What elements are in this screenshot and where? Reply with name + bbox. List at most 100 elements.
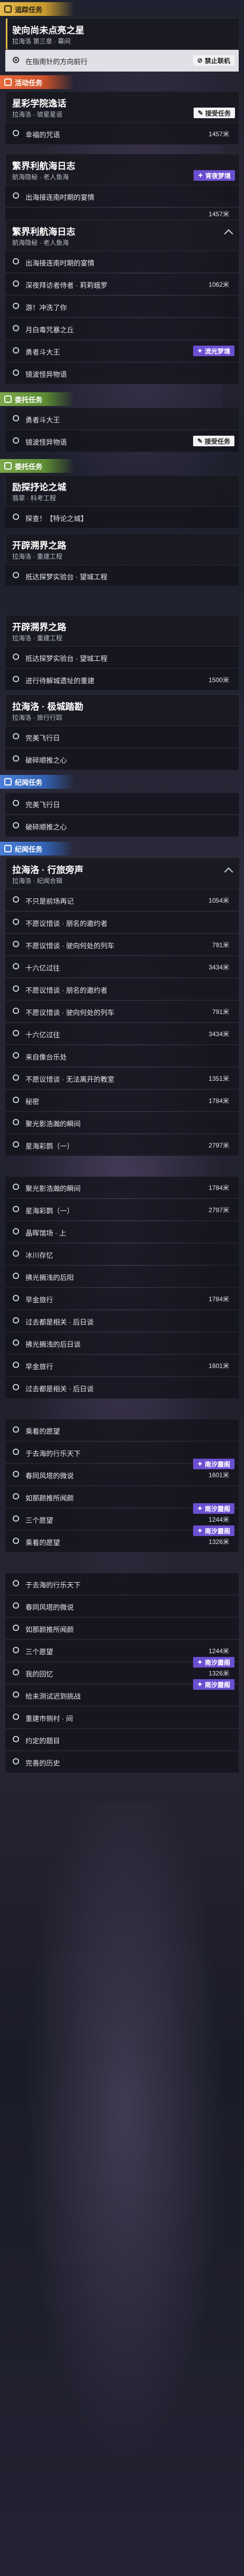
quest-card[interactable]: 开辟溯界之路 拉海洛 · 重建工程 (5, 615, 240, 647)
step-distance: 2797米 (208, 1142, 229, 1149)
badge-label: 南汐蜃阁 (204, 1681, 230, 1689)
step-radio-icon (13, 258, 19, 264)
step-distance: 1351米 (208, 1075, 229, 1082)
quest-step[interactable]: 破碎顺推之心 (5, 748, 239, 770)
quest-step[interactable]: 拂光搁浅的后阳 (5, 1266, 239, 1287)
quest-step[interactable]: 破碎顺推之心 (5, 815, 239, 837)
quest-step[interactable]: 不愿议惜谈 · 朋名的邀约者 (5, 978, 239, 1000)
step-radio-icon (13, 57, 19, 63)
quest-step[interactable]: 深夜拜访者侍者 · 莉莉蛾罗 1062米 (5, 274, 239, 295)
step-radio-icon (13, 896, 19, 903)
chevron-up-icon[interactable] (224, 229, 233, 239)
quest-step[interactable]: 在指南针的方向前行 ⊘ 禁止联机 (5, 50, 239, 72)
quest-step[interactable]: 春同风塔的微说 (5, 1595, 239, 1617)
step-distance: 1326米 (208, 1538, 229, 1546)
quest-step[interactable]: 游！冲洗了你 (5, 296, 239, 317)
quest-step[interactable]: 不愿议惜谈 · 朋名的邀约者 (5, 912, 239, 933)
quest-step[interactable]: 完善的历史 (5, 1751, 239, 1773)
activity-icon (4, 78, 12, 86)
dream-icon: ✦ (197, 172, 203, 179)
quest-step[interactable]: 不愿议惜谈 · 无法离开的教室 1351米 (5, 1068, 239, 1089)
quest-step[interactable]: 月白毒咒暴之丘 (5, 318, 239, 340)
scroll-icon: ✎ (197, 109, 203, 117)
quest-step[interactable]: 于去海的行乐天下 (5, 1573, 239, 1595)
quest-step[interactable]: 十六亿过往 3434米 (5, 1023, 239, 1045)
quest-card[interactable]: 拉海洛 · 行旅旁声 拉海洛 · 纪闻合辑 (5, 858, 240, 889)
quest-step[interactable]: 勇者斗大王 (5, 408, 239, 430)
quest-step[interactable]: 早金旅行 1601米 (5, 1355, 239, 1377)
step-label: 不愿议惜谈 · 朋名的邀约者 (25, 920, 108, 928)
quest-step[interactable]: 过去都是相关 · 后日谈 (5, 1310, 239, 1332)
daily-icon (4, 395, 12, 403)
quest-step[interactable]: 乘着的愿望 (5, 1419, 239, 1441)
quest-card[interactable]: 繁界利航海日志 航海隐秘 · 老人鱼海 ✦ 宵夜梦境 (5, 154, 240, 186)
quest-subtitle: 拉海洛 第三章 · 幕间 (12, 38, 71, 45)
quest-step[interactable]: 不只是前场再记 1054米 (5, 889, 239, 911)
section-header-activity: 活动任务 (0, 75, 244, 89)
dream-icon: ✦ (197, 1505, 203, 1512)
quest-step[interactable]: 勇者斗大王 ✦ 流光梦境 (5, 340, 239, 362)
step-radio-icon (13, 1052, 19, 1058)
quest-step[interactable]: 不愿议惜谈 · 驶向何处的列车 791米 (5, 934, 239, 956)
step-label: 完善的历史 (25, 1759, 60, 1767)
dream-icon: ✦ (197, 1527, 203, 1534)
quest-step[interactable]: 给未测试迟到挑战 ✦ 南汐蜃阁 (5, 1679, 239, 1706)
quest-step[interactable]: 不愿议惜谈 · 驶向何处的列车 791米 (5, 1001, 239, 1022)
quest-step[interactable]: 来自像台乐处 (5, 1045, 239, 1067)
quest-step[interactable]: 春同风塔的微说 1601米 ✦ 南汐蜃阁 (5, 1459, 239, 1486)
chevron-up-icon[interactable] (224, 867, 233, 877)
quest-card[interactable]: 星彩学院逸话 拉海洛 · 琥星星谣 ✎ 接受任务 (5, 91, 240, 123)
step-label: 早金旅行 (25, 1296, 54, 1304)
quest-step[interactable]: 过去都是相关 · 后日谈 (5, 1377, 239, 1399)
quest-step[interactable]: 约定的题目 (5, 1729, 239, 1751)
quest-step[interactable]: 星海彩鹊（一） 2797米 (5, 1134, 239, 1156)
step-distance: 1784米 (208, 1295, 229, 1303)
quest-step[interactable]: 完美飞行日 (5, 793, 239, 815)
quest-step[interactable]: 拂光搁浅的后日谈 (5, 1333, 239, 1354)
step-radio-icon (13, 1714, 19, 1720)
quest-card[interactable]: 繁界利航海日志 航海隐秘 · 老人鱼海 (5, 219, 240, 251)
quest-card[interactable]: 驶向尚未点亮之星 拉海洛 第三章 · 幕间 (5, 18, 240, 50)
quest-step[interactable]: 十六亿过往 3434米 (5, 956, 239, 978)
step-label: 不愿议惜谈 · 驶向何处的列车 (25, 942, 115, 950)
quest-step[interactable]: 秘密 1784米 (5, 1090, 239, 1111)
quest-step[interactable]: 冰川存忆 (5, 1243, 239, 1265)
quest-card[interactable]: 开辟溯界之路 拉海洛 · 重建工程 (5, 533, 240, 565)
flag-icon (4, 5, 12, 13)
step-label: 星海彩鹊（一） (25, 1142, 74, 1150)
step-radio-icon (13, 1538, 19, 1544)
quest-step[interactable]: 如那颜推所闻颜 (5, 1618, 239, 1639)
quest-step[interactable]: 聚光影浩瀚的瞬间 (5, 1112, 239, 1134)
quest-step[interactable]: 出海接连南时期的宴情 (5, 186, 239, 207)
quest-step[interactable]: 乘着的愿望 1326米 ✦ 南汐蜃阁 (5, 1525, 239, 1552)
wave-badge: ✦ 南汐蜃阁 (193, 1459, 234, 1469)
quest-step[interactable]: 星海彩鹊（一） 2797米 (5, 1199, 239, 1221)
step-radio-icon (13, 1206, 19, 1212)
quest-step[interactable]: 幸福的咒语 1457米 (5, 123, 239, 145)
step-radio-icon (13, 1273, 19, 1279)
quest-step[interactable]: 完美飞行日 (5, 726, 239, 748)
quest-step[interactable]: 镜波怪异物语 (5, 363, 239, 384)
quest-step[interactable]: 1457米 (5, 208, 239, 220)
dream-icon: ✦ (197, 1460, 203, 1468)
quest-step[interactable]: 抵达探梦实验台 · 望城工程 (5, 647, 239, 668)
step-label: 秘密 (25, 1098, 40, 1106)
quest-step[interactable]: 探查！【特论之城】 (5, 507, 239, 528)
step-distance: 791米 (212, 1008, 229, 1016)
quest-card[interactable]: 拉海洛 · 极城踏勘 拉海洛 · 旅行行踪 (5, 694, 240, 726)
quest-step[interactable]: 进行待解城遗址的重建 1500米 (5, 669, 239, 691)
step-distance: 3434米 (208, 1030, 229, 1038)
quest-step[interactable]: 抵达探梦实验台 · 望城工程 (5, 565, 239, 587)
quest-step[interactable]: 聚光影浩瀚的瞬间 1784米 (5, 1177, 239, 1198)
quest-step[interactable]: 镜波怪异物语 ✎ 接受任务 (5, 430, 239, 452)
quest-step[interactable]: 出海接连南时期的宴情 (5, 251, 239, 273)
no-coop-icon: ⊘ (197, 57, 203, 64)
quest-step[interactable]: 早金旅行 1784米 (5, 1288, 239, 1310)
quest-step[interactable]: 晶晖馆场 · 上 (5, 1221, 239, 1243)
step-distance: 791米 (212, 941, 229, 949)
scroll-icon: ✎ (197, 437, 203, 445)
step-distance: 1326米 (208, 1670, 229, 1677)
step-radio-icon (13, 654, 19, 660)
quest-card[interactable]: 励探抒论之城 翡翠 · 科考工程 (5, 475, 240, 507)
quest-step[interactable]: 重建市侧村 · 间 (5, 1707, 239, 1728)
